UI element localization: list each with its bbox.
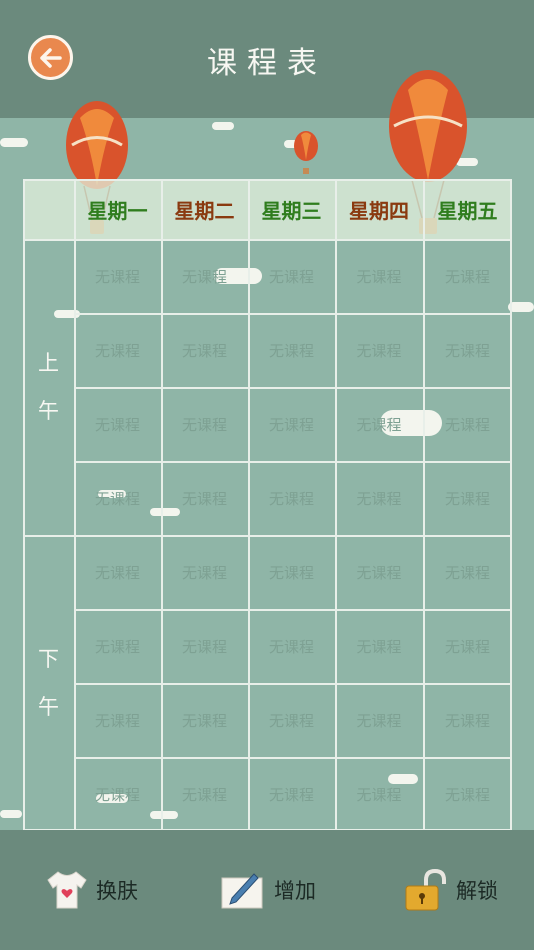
afternoon-label: 下 午 bbox=[23, 535, 74, 831]
unlock-label: 解锁 bbox=[456, 879, 498, 903]
bottom-toolbar: 换肤 增加 解锁 bbox=[0, 830, 534, 950]
afternoon-char-1: 下 bbox=[38, 647, 59, 671]
timetable-cell[interactable]: 无课程 bbox=[248, 239, 335, 313]
weekday-label-tue: 星期二 bbox=[174, 198, 235, 223]
timetable-cell[interactable]: 无课程 bbox=[161, 313, 248, 387]
add-button[interactable]: 增加 bbox=[220, 870, 316, 910]
morning-label: 上 午 bbox=[23, 239, 74, 535]
skin-button[interactable]: 换肤 bbox=[46, 870, 138, 910]
timetable-cell[interactable]: 无课程 bbox=[248, 609, 335, 683]
cloud bbox=[212, 122, 234, 130]
timetable-cell[interactable]: 无课程 bbox=[74, 757, 161, 831]
weekday-label-fri: 星期五 bbox=[437, 198, 498, 223]
padlock-icon bbox=[405, 868, 446, 911]
timetable-cell[interactable]: 无课程 bbox=[423, 757, 512, 831]
timetable-cell[interactable]: 无课程 bbox=[161, 535, 248, 609]
timetable-cell[interactable]: 无课程 bbox=[423, 461, 512, 535]
afternoon-char-2: 午 bbox=[38, 695, 59, 719]
timetable-cell[interactable]: 无课程 bbox=[335, 535, 423, 609]
weekday-label-wed: 星期三 bbox=[261, 198, 322, 223]
timetable-cell[interactable]: 无课程 bbox=[423, 683, 512, 757]
timetable-cell[interactable]: 无课程 bbox=[74, 387, 161, 461]
pen-paper-icon bbox=[221, 873, 263, 909]
timetable-cell[interactable]: 无课程 bbox=[74, 461, 161, 535]
timetable-cell[interactable]: 无课程 bbox=[423, 387, 512, 461]
weekday-label-thu: 星期四 bbox=[349, 198, 409, 223]
weekday-label-mon: 星期一 bbox=[87, 198, 148, 223]
timetable-cell[interactable]: 无课程 bbox=[74, 683, 161, 757]
cloud bbox=[0, 810, 22, 818]
timetable-cell[interactable]: 无课程 bbox=[423, 535, 512, 609]
timetable-cell[interactable]: 无课程 bbox=[161, 461, 248, 535]
timetable-cell[interactable]: 无课程 bbox=[248, 461, 335, 535]
morning-char-1: 上 bbox=[38, 351, 59, 375]
timetable-cell[interactable]: 无课程 bbox=[335, 239, 423, 313]
timetable-cell[interactable]: 无课程 bbox=[335, 757, 423, 831]
timetable-cell[interactable]: 无课程 bbox=[74, 313, 161, 387]
skin-label: 换肤 bbox=[96, 879, 138, 903]
timetable-cell[interactable]: 无课程 bbox=[335, 683, 423, 757]
grid-line bbox=[23, 179, 25, 831]
timetable-cell[interactable]: 无课程 bbox=[335, 313, 423, 387]
unlock-button[interactable]: 解锁 bbox=[404, 868, 498, 911]
timetable-cell[interactable]: 无课程 bbox=[335, 387, 423, 461]
timetable-cell[interactable]: 无课程 bbox=[161, 239, 248, 313]
add-label: 增加 bbox=[274, 879, 316, 903]
timetable-cell[interactable]: 无课程 bbox=[74, 609, 161, 683]
morning-char-2: 午 bbox=[38, 399, 59, 423]
tshirt-icon bbox=[47, 871, 87, 909]
timetable-cell[interactable]: 无课程 bbox=[335, 461, 423, 535]
timetable-cell[interactable]: 无课程 bbox=[248, 683, 335, 757]
timetable-cell[interactable]: 无课程 bbox=[248, 757, 335, 831]
timetable-cell[interactable]: 无课程 bbox=[161, 387, 248, 461]
timetable-cell[interactable]: 无课程 bbox=[248, 387, 335, 461]
timetable-cell[interactable]: 无课程 bbox=[74, 239, 161, 313]
timetable-cell[interactable]: 无课程 bbox=[423, 313, 512, 387]
cloud bbox=[0, 138, 28, 147]
timetable-cell[interactable]: 无课程 bbox=[248, 313, 335, 387]
timetable-grid: 星期一 星期二 星期三 星期四 星期五 上 午 下 午 无课程 无课程 无课程 无课程… bbox=[23, 179, 512, 831]
timetable-cell[interactable]: 无课程 bbox=[248, 535, 335, 609]
timetable-cell[interactable]: 无课程 bbox=[335, 609, 423, 683]
timetable-cell[interactable]: 无课程 bbox=[74, 535, 161, 609]
timetable-cell[interactable]: 无课程 bbox=[161, 609, 248, 683]
grid-line bbox=[23, 179, 512, 181]
timetable-cell[interactable]: 无课程 bbox=[423, 239, 512, 313]
hot-air-balloon-icon bbox=[294, 131, 318, 174]
timetable-cell[interactable]: 无课程 bbox=[161, 683, 248, 757]
timetable-cell[interactable]: 无课程 bbox=[423, 609, 512, 683]
timetable-cell[interactable]: 无课程 bbox=[161, 757, 248, 831]
